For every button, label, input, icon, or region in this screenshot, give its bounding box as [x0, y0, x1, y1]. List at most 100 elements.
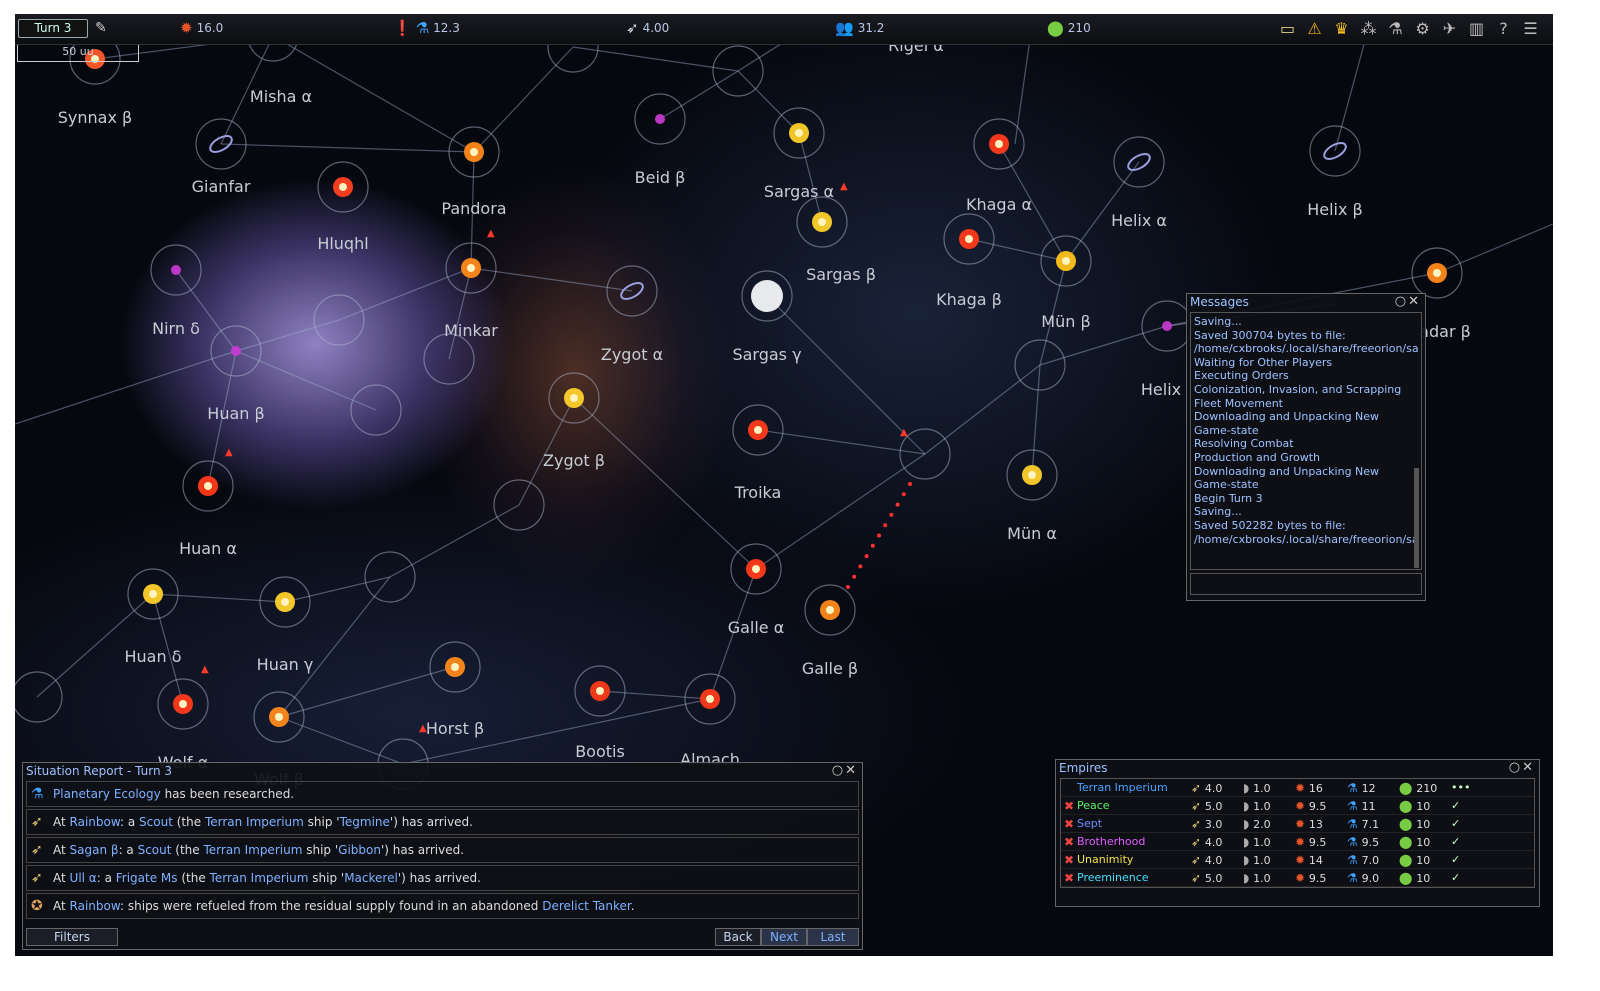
- star-system[interactable]: [157, 678, 209, 730]
- sitrep-link[interactable]: Sagan β: [70, 843, 119, 857]
- star-system[interactable]: [253, 691, 305, 743]
- close-icon[interactable]: ✕: [1522, 760, 1535, 775]
- sitrep-link[interactable]: Rainbow: [70, 815, 120, 829]
- messages-title-bar[interactable]: Messages ○✕: [1187, 294, 1425, 310]
- objects-icon[interactable]: ⁂: [1358, 18, 1379, 39]
- close-icon[interactable]: ✕: [845, 763, 858, 778]
- sitrep-link[interactable]: Scout: [139, 815, 173, 829]
- sitrep-row[interactable]: ➶ At Ull α: a Frigate Ms (the Terran Impe…: [26, 865, 859, 891]
- empire-stat-value: 13: [1308, 817, 1323, 831]
- star-system[interactable]: [574, 665, 626, 717]
- empire-row[interactable]: ✖ Brotherhood ➶ 4.0 ◗ 1.0 ✹ 9.5 ⚗ 9.5 ⬤ 10 ✓: [1061, 833, 1534, 851]
- population-indicator[interactable]: 👥 31.2: [835, 21, 884, 36]
- fleet-icon[interactable]: ▲: [900, 427, 908, 438]
- empire-row[interactable]: ✖ Peace ➶ 5.0 ◗ 1.0 ✹ 9.5 ⚗ 11 ⬤ 10 ✓: [1061, 797, 1534, 815]
- star-system[interactable]: [1006, 449, 1058, 501]
- messages-scrollbar[interactable]: [1413, 318, 1420, 570]
- sitrep-link[interactable]: Planetary Ecology: [53, 787, 161, 801]
- graph-icon[interactable]: ▥: [1466, 18, 1487, 39]
- industry-indicator[interactable]: ✹ 16.0: [180, 21, 223, 36]
- help-icon[interactable]: ?: [1493, 18, 1514, 39]
- last-button[interactable]: Last: [807, 928, 859, 946]
- diplomatic-status[interactable]: ✓: [1451, 799, 1483, 812]
- close-icon[interactable]: ✕: [1408, 294, 1421, 309]
- design-icon[interactable]: ✈: [1439, 18, 1460, 39]
- government-icon[interactable]: ♛: [1331, 18, 1352, 39]
- menu-icon[interactable]: ☰: [1520, 18, 1541, 39]
- empire-row[interactable]: ✖ Preeminence ➶ 5.0 ◗ 1.0 ✹ 9.5 ⚗ 9.0 ⬤ 10 ✓: [1061, 869, 1534, 887]
- sitrep-link[interactable]: Terran Imperium: [203, 843, 302, 857]
- star-system[interactable]: [973, 118, 1025, 170]
- deep-space-node[interactable]: [15, 671, 63, 723]
- sitrep-link[interactable]: Derelict Tanker: [542, 899, 631, 913]
- star-system[interactable]: [1411, 247, 1463, 299]
- diplomatic-status[interactable]: •••: [1451, 781, 1483, 794]
- sitrep-link[interactable]: Frigate Ms: [116, 871, 178, 885]
- star-system[interactable]: [1141, 300, 1193, 352]
- sitrep-title-bar[interactable]: Situation Report - Turn 3 ○✕: [23, 763, 862, 779]
- sitrep-row[interactable]: ✪ At Rainbow: ships were refueled from th…: [26, 893, 859, 919]
- star-system[interactable]: [317, 161, 369, 213]
- minimize-icon[interactable]: ○: [1509, 760, 1522, 775]
- warning-icon[interactable]: ⚠: [1304, 18, 1325, 39]
- empires-title-bar[interactable]: Empires ○✕: [1056, 760, 1539, 776]
- fleet-icon[interactable]: ▲: [225, 447, 233, 458]
- fleet-icon[interactable]: ▲: [487, 228, 495, 239]
- star-system[interactable]: [548, 372, 600, 424]
- fleet-icon[interactable]: ▲: [840, 181, 848, 192]
- influence-indicator[interactable]: ⬤ 210: [1047, 21, 1091, 36]
- sitrep-row[interactable]: ➶ At Rainbow: a Scout (the Terran Imperiu…: [26, 809, 859, 835]
- star-system[interactable]: [1040, 235, 1092, 287]
- star-system[interactable]: [684, 673, 736, 725]
- diplomatic-status[interactable]: ✓: [1451, 817, 1483, 830]
- minimize-icon[interactable]: ○: [832, 763, 845, 778]
- sitrep-text-fragment: At: [53, 843, 70, 857]
- star-system[interactable]: [259, 576, 311, 628]
- minimize-icon[interactable]: ○: [1395, 294, 1408, 309]
- star-system[interactable]: [730, 543, 782, 595]
- star-system[interactable]: [150, 244, 202, 296]
- empire-row[interactable]: ✖ Sept ➶ 3.0 ◗ 2.0 ✹ 13 ⚗ 7.1 ⬤ 10 ✓: [1061, 815, 1534, 833]
- star-system[interactable]: [796, 196, 848, 248]
- star-system[interactable]: [773, 107, 825, 159]
- fleet-icon[interactable]: ▲: [201, 664, 209, 675]
- fleet-icon[interactable]: ▲: [419, 723, 427, 734]
- messages-log[interactable]: Saving... Saved 300704 bytes to file:/hom…: [1190, 312, 1422, 570]
- star-system[interactable]: [732, 404, 784, 456]
- diplomatic-status[interactable]: ✓: [1451, 853, 1483, 866]
- filters-button[interactable]: Filters: [26, 928, 118, 946]
- sitrep-link[interactable]: Rainbow: [70, 899, 120, 913]
- fleet-indicator[interactable]: ➶ 4.00: [626, 21, 669, 36]
- diplomatic-status[interactable]: ✓: [1451, 835, 1483, 848]
- sitrep-link[interactable]: Ull α: [70, 871, 97, 885]
- sitrep-link[interactable]: Mackerel: [344, 871, 398, 885]
- star-system[interactable]: [127, 568, 179, 620]
- star-system[interactable]: [429, 641, 481, 693]
- research-icon[interactable]: ⚗: [1385, 18, 1406, 39]
- sitrep-link[interactable]: Terran Imperium: [205, 815, 304, 829]
- back-button[interactable]: Back: [715, 928, 761, 946]
- chat-input[interactable]: [1190, 573, 1422, 595]
- diplomatic-status[interactable]: ✓: [1451, 871, 1483, 884]
- sitrep-row[interactable]: ⚗ Planetary Ecology has been researched.: [26, 781, 859, 807]
- sitrep-link[interactable]: Terran Imperium: [210, 871, 309, 885]
- sitrep-link[interactable]: Scout: [138, 843, 172, 857]
- auto-turn-icon[interactable]: ✎: [95, 20, 107, 36]
- production-icon[interactable]: ⚙: [1412, 18, 1433, 39]
- next-button[interactable]: Next: [761, 928, 807, 946]
- sitrep-row[interactable]: ➶ At Sagan β: a Scout (the Terran Imperiu…: [26, 837, 859, 863]
- sitrep-link[interactable]: Tegmine: [340, 815, 390, 829]
- sitrep-link[interactable]: Gibbon: [338, 843, 381, 857]
- empire-row[interactable]: Terran Imperium ➶ 4.0 ◗ 1.0 ✹ 16 ⚗ 12 ⬤ 210 ••…: [1061, 779, 1534, 797]
- star-system[interactable]: [943, 213, 995, 265]
- starlane: [175, 269, 237, 352]
- turn-button[interactable]: Turn 3: [18, 19, 88, 38]
- star-system[interactable]: [804, 584, 856, 636]
- star-system[interactable]: [210, 325, 262, 377]
- research-indicator[interactable]: ❗ ⚗ 12.3: [393, 21, 460, 36]
- pedia-icon[interactable]: ▭: [1277, 18, 1298, 39]
- star-system[interactable]: [634, 93, 686, 145]
- star-system[interactable]: [182, 460, 234, 512]
- star-system[interactable]: [741, 270, 793, 322]
- empire-row[interactable]: ✖ Unanimity ➶ 4.0 ◗ 1.0 ✹ 14 ⚗ 7.0 ⬤ 10 ✓: [1061, 851, 1534, 869]
